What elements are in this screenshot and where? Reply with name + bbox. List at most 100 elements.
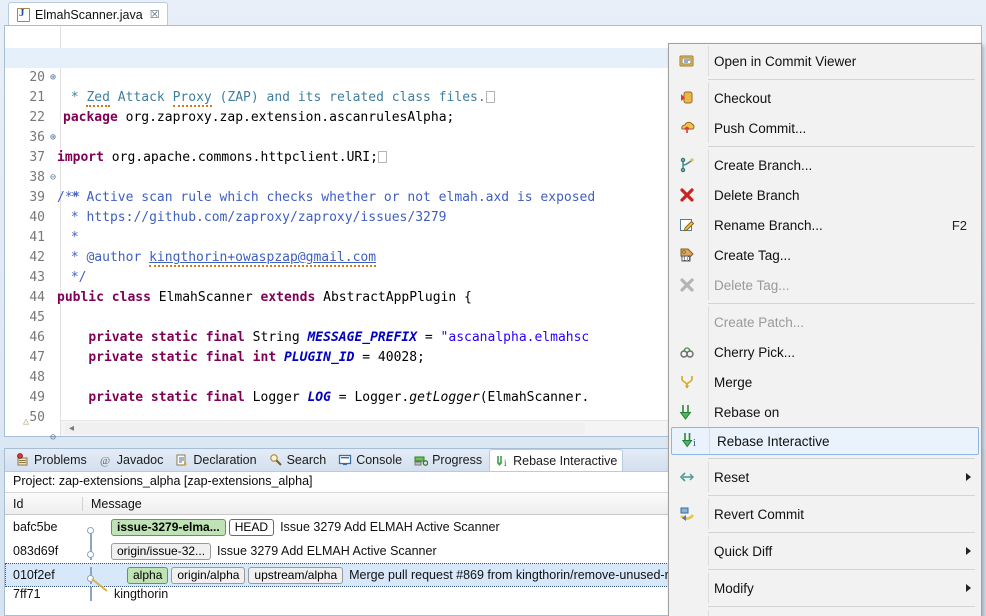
create-tag-icon: 1.0 [669, 240, 709, 270]
cherry-pick-icon [669, 337, 709, 367]
git-history-context-menu: Open in Commit Viewer Checkout Push Comm… [668, 43, 982, 616]
submenu-arrow-icon [966, 547, 971, 555]
menu-item-rename-branch[interactable]: Rename Branch... F2 [669, 210, 981, 240]
revert-commit-icon [669, 499, 709, 529]
checkout-icon [669, 83, 709, 113]
menu-label: Create Tag... [714, 247, 792, 263]
menu-label: Rebase on [714, 404, 780, 420]
menu-item-modify[interactable]: Modify [669, 573, 981, 603]
tab-problems-label: Problems [34, 453, 87, 467]
reset-icon [669, 462, 709, 492]
svg-text:i: i [504, 458, 507, 468]
tab-search-label: Search [286, 453, 327, 467]
tab-declaration[interactable]: Declaration [170, 449, 261, 471]
tab-rebase-interactive-label: Rebase Interactive [513, 453, 618, 468]
menu-item-delete-tag: Delete Tag... [669, 270, 981, 300]
search-icon [269, 453, 283, 467]
menu-separator [708, 146, 975, 147]
tab-progress[interactable]: Progress [409, 449, 487, 471]
menu-label: Create Patch... [714, 314, 805, 330]
eclipse-window: ElmahScanner.java ☒ 2 ⊕ * Zed Attack Pro… [0, 0, 986, 616]
tab-problems[interactable]: Problems [11, 449, 92, 471]
commit-subject: Issue 3279 Add ELMAH Active Scanner [280, 520, 500, 534]
tab-javadoc-label: Javadoc [116, 453, 164, 467]
menu-separator [708, 303, 975, 304]
tab-declaration-label: Declaration [193, 453, 257, 467]
javadoc-icon: @ [99, 453, 113, 467]
commit-message: kingthorin [111, 587, 168, 601]
menu-item-checkout[interactable]: Checkout [669, 83, 981, 113]
menu-label: Revert Commit [714, 506, 805, 522]
commit-id: 083d69f [13, 544, 59, 558]
svg-text:i: i [693, 438, 696, 448]
graph-node [87, 526, 94, 534]
menu-item-open-in-commit-viewer[interactable]: Open in Commit Viewer [669, 46, 981, 76]
submenu-arrow-icon [966, 473, 971, 481]
merge-icon [669, 367, 709, 397]
menu-separator [708, 79, 975, 80]
menu-label: Reset [714, 469, 750, 485]
editor-hscroll-thumb[interactable] [65, 423, 585, 434]
commit-graph [83, 542, 109, 560]
create-branch-icon [669, 150, 709, 180]
column-header-id[interactable]: Id [5, 496, 83, 511]
svg-text:@: @ [100, 455, 110, 467]
svg-text:1.0: 1.0 [683, 256, 690, 262]
menu-accelerator: F2 [951, 217, 967, 233]
scroll-left-icon[interactable]: ◂ [69, 423, 74, 434]
tab-search[interactable]: Search [264, 449, 332, 471]
submenu-arrow-icon [966, 584, 971, 592]
menu-item-import-changed-projects[interactable]: Import Changed Projects [669, 610, 981, 616]
menu-item-quick-diff[interactable]: Quick Diff [669, 536, 981, 566]
menu-item-revert-commit[interactable]: Revert Commit [669, 499, 981, 529]
ref-badge-local: alpha [127, 566, 169, 584]
rebase-interactive-icon: i [672, 426, 712, 456]
menu-item-reset[interactable]: Reset [669, 462, 981, 492]
menu-label: Checkout [714, 90, 772, 106]
menu-separator [708, 569, 975, 570]
menu-separator [708, 532, 975, 533]
no-icon [669, 307, 709, 337]
menu-item-delete-branch[interactable]: Delete Branch [669, 180, 981, 210]
editor-tab-label: ElmahScanner.java [35, 7, 143, 22]
close-icon[interactable]: ☒ [150, 8, 160, 21]
menu-label: Create Branch... [714, 157, 813, 173]
tab-javadoc[interactable]: @ Javadoc [94, 449, 169, 471]
commit-id: 7ff71 [13, 587, 41, 601]
rebase-interactive-icon: i [495, 454, 509, 468]
menu-item-create-patch: Create Patch... [669, 307, 981, 337]
menu-label: Merge [714, 374, 753, 390]
ref-badge-local: issue-3279-elma... [111, 518, 226, 536]
menu-item-cherry-pick[interactable]: Cherry Pick... [669, 337, 981, 367]
editor-tab-elmahscanner[interactable]: ElmahScanner.java ☒ [8, 2, 168, 26]
menu-item-merge[interactable]: Merge [669, 367, 981, 397]
menu-label: Modify [714, 580, 754, 596]
menu-item-rebase-interactive[interactable]: i Rebase Interactive [671, 427, 979, 455]
menu-label: Rename Branch... [714, 217, 823, 233]
menu-item-push-commit[interactable]: Push Commit... [669, 113, 981, 143]
menu-item-rebase-on[interactable]: Rebase on [669, 397, 981, 427]
java-file-icon [17, 7, 30, 22]
rename-branch-icon [669, 210, 709, 240]
menu-separator [708, 458, 975, 459]
ref-badge-remote: origin/alpha [171, 566, 246, 584]
menu-label: Quick Diff [714, 543, 773, 559]
commit-subject: Merge pull request #869 from kingthorin/… [349, 568, 707, 582]
delete-tag-icon [669, 270, 709, 300]
tab-rebase-interactive[interactable]: i Rebase Interactive [489, 449, 624, 471]
menu-item-create-tag[interactable]: 1.0 Create Tag... [669, 240, 981, 270]
editor-tab-bar: ElmahScanner.java ☒ [8, 0, 168, 26]
import-projects-icon [669, 610, 709, 616]
menu-item-create-branch[interactable]: Create Branch... [669, 150, 981, 180]
commit-author: kingthorin [114, 587, 169, 601]
ref-badge-head: HEAD [228, 518, 275, 536]
commit-graph [83, 566, 109, 592]
menu-separator [708, 495, 975, 496]
tab-console[interactable]: Console [333, 449, 407, 471]
menu-label: Rebase Interactive [717, 433, 830, 449]
warning-marker-icon: △ [23, 416, 30, 427]
commit-viewer-icon [669, 46, 709, 76]
menu-label: Cherry Pick... [714, 344, 796, 360]
ref-badge-remote: origin/issue-32... [111, 542, 212, 560]
declaration-icon [175, 453, 189, 467]
